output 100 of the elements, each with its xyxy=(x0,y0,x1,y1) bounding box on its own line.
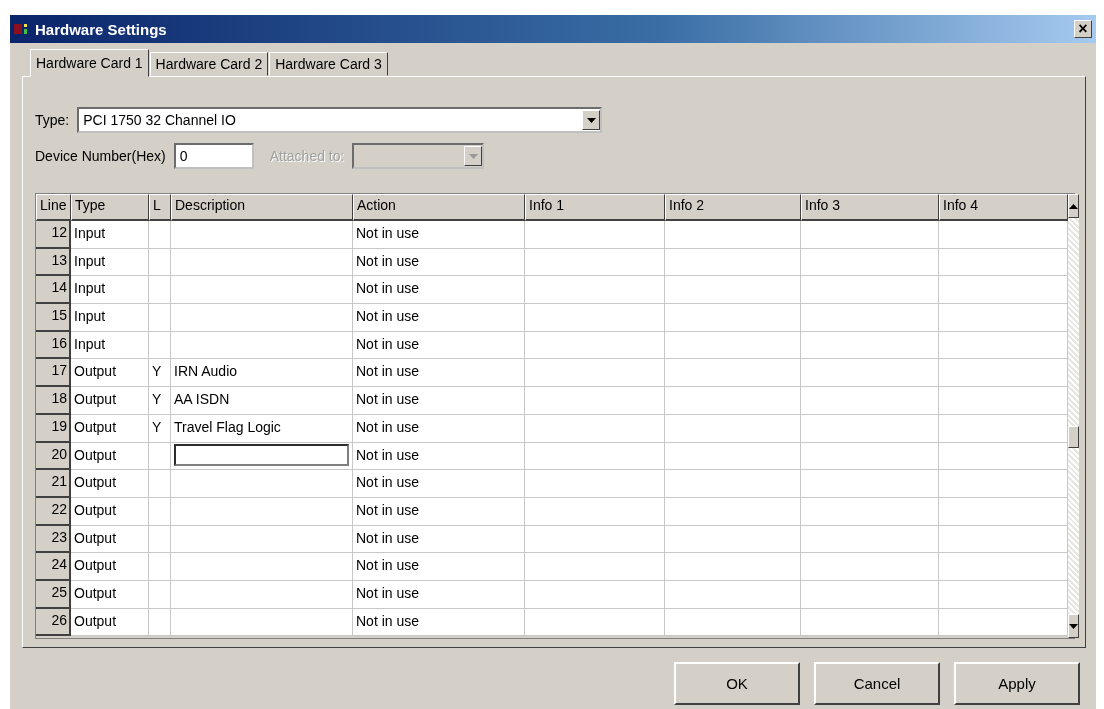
table-cell: Not in use xyxy=(353,221,525,249)
table-row[interactable]: 15 Input Not in use xyxy=(36,304,1068,332)
table-row[interactable]: 16 Input Not in use xyxy=(36,331,1068,360)
table-row[interactable]: 25 Output Not in use xyxy=(36,580,1068,609)
table-cell: Not in use xyxy=(353,387,525,415)
row-header: 18 xyxy=(36,387,71,415)
close-button[interactable]: × xyxy=(1074,20,1092,38)
table-cell xyxy=(149,248,171,277)
column-header[interactable]: Info 3 xyxy=(801,194,939,221)
dialog-button[interactable]: Cancel xyxy=(814,662,940,705)
table-cell: Output xyxy=(71,525,149,554)
table-cell: AA ISDN xyxy=(171,387,353,415)
table-cell: Not in use xyxy=(353,304,525,332)
table-cell: Input xyxy=(71,221,149,249)
table-row[interactable]: 24 Output Not in use xyxy=(36,553,1068,581)
type-label: Type: xyxy=(35,112,70,128)
table-row[interactable]: 19 Output Y Travel Flag Logic Not in use xyxy=(36,414,1068,443)
table-cell: Output xyxy=(71,359,149,388)
row-header: 25 xyxy=(36,580,71,609)
table-row[interactable]: 12 Input Not in use xyxy=(36,221,1068,249)
table-cell: Output xyxy=(71,387,149,415)
table-cell: Output xyxy=(71,580,149,609)
table-row[interactable]: 17 Output Y IRN Audio Not in use xyxy=(36,359,1068,388)
dropdown-arrow-icon xyxy=(468,153,478,159)
table-cell: Y xyxy=(149,387,171,415)
row-header: 19 xyxy=(36,414,71,443)
dropdown-arrow-icon xyxy=(586,117,596,123)
table-row[interactable]: 18 Output Y AA ISDN Not in use xyxy=(36,387,1068,415)
tab[interactable]: Hardware Card 2 xyxy=(149,52,269,76)
type-dropdown[interactable]: PCI 1750 32 Channel IO xyxy=(77,107,603,133)
scroll-up-icon xyxy=(1069,203,1078,209)
device-number-field[interactable]: 0 xyxy=(173,143,254,169)
table-cell: Output xyxy=(71,608,149,637)
table-row[interactable]: 22 Output Not in use xyxy=(36,497,1068,526)
column-header[interactable]: Line xyxy=(36,194,71,221)
table-cell xyxy=(149,580,171,609)
column-header[interactable]: Action xyxy=(353,194,525,221)
row-header: 14 xyxy=(36,276,71,305)
table-cell: IRN Audio xyxy=(171,359,353,388)
vertical-scrollbar[interactable] xyxy=(1068,194,1079,638)
table-cell xyxy=(149,497,171,526)
table-cell: Not in use xyxy=(353,331,525,360)
tab[interactable]: Hardware Card 1 xyxy=(30,49,149,77)
table-row[interactable]: 26 Output Not in use xyxy=(36,608,1068,637)
row-header: 26 xyxy=(36,608,71,637)
table-cell: Not in use xyxy=(353,470,525,498)
cell-edit-field[interactable] xyxy=(174,443,349,466)
table-row[interactable]: 14 Input Not in use xyxy=(36,276,1068,305)
table-cell xyxy=(149,525,171,554)
row-header: 12 xyxy=(36,221,71,249)
row-header: 13 xyxy=(36,248,71,277)
column-header[interactable]: Info 1 xyxy=(525,194,665,221)
row-header: 15 xyxy=(36,304,71,332)
scroll-thumb[interactable] xyxy=(1068,426,1079,448)
window-title: Hardware Settings xyxy=(35,20,168,38)
table-cell xyxy=(149,331,171,360)
table-cell: Not in use xyxy=(353,525,525,554)
table-cell: Not in use xyxy=(353,442,525,471)
row-header: 20 xyxy=(36,442,71,471)
table-cell: Not in use xyxy=(353,359,525,388)
dialog-button[interactable]: OK xyxy=(674,662,800,705)
row-header: 16 xyxy=(36,331,71,360)
row-header: 22 xyxy=(36,497,71,526)
device-number-label: Device Number(Hex) xyxy=(35,148,166,164)
tab[interactable]: Hardware Card 3 xyxy=(269,52,388,76)
column-header[interactable]: Info 2 xyxy=(665,194,801,221)
table-cell: Input xyxy=(71,331,149,360)
column-header[interactable]: Type xyxy=(71,194,149,221)
table-cell xyxy=(149,470,171,498)
table-row[interactable]: 21 Output Not in use xyxy=(36,470,1068,498)
table-cell: Output xyxy=(71,553,149,581)
table-cell: Not in use xyxy=(353,276,525,305)
table-cell: Input xyxy=(71,248,149,277)
row-header: 23 xyxy=(36,525,71,554)
column-header[interactable]: Description xyxy=(171,194,353,221)
table-cell: Output xyxy=(71,414,149,443)
table-row[interactable]: 23 Output Not in use xyxy=(36,525,1068,554)
table-row[interactable]: 13 Input Not in use xyxy=(36,248,1068,277)
table-cell xyxy=(149,221,171,249)
row-header: 21 xyxy=(36,470,71,498)
table-cell: Input xyxy=(71,304,149,332)
table-cell: Not in use xyxy=(353,608,525,637)
table-cell xyxy=(149,442,171,471)
column-header[interactable]: L xyxy=(149,194,171,221)
row-header: 17 xyxy=(36,359,71,388)
table-cell: Output xyxy=(71,497,149,526)
table-cell: Not in use xyxy=(353,414,525,443)
table-cell xyxy=(149,276,171,305)
table-cell xyxy=(149,304,171,332)
table-cell: Output xyxy=(71,470,149,498)
row-header: 24 xyxy=(36,553,71,581)
table-cell: Output xyxy=(71,442,149,471)
scroll-down-icon xyxy=(1069,623,1078,629)
table-cell: Not in use xyxy=(353,580,525,609)
table-cell: Input xyxy=(71,276,149,305)
table-cell xyxy=(149,553,171,581)
table-cell: Not in use xyxy=(353,553,525,581)
column-header[interactable]: Info 4 xyxy=(939,194,1068,221)
table-row[interactable]: 20 Output Not in use xyxy=(36,442,1068,471)
dialog-button[interactable]: Apply xyxy=(954,662,1080,705)
